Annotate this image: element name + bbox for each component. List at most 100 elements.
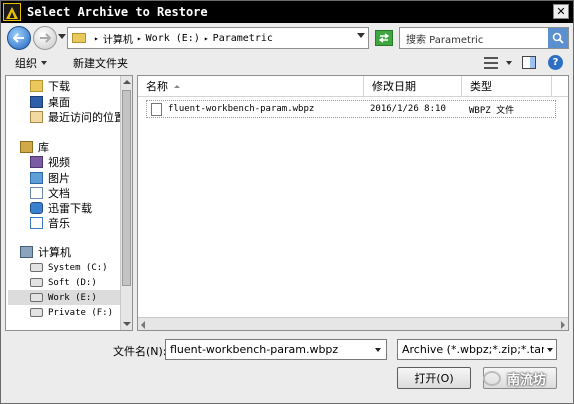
nav-item-label: 音乐 — [48, 216, 70, 230]
video-library-icon — [30, 155, 43, 168]
file-type-dropdown-button[interactable] — [544, 340, 556, 359]
chevron-down-icon[interactable] — [506, 60, 512, 65]
watermark-text: 南流坊 — [507, 372, 547, 388]
nav-item-videos[interactable]: 视频 — [30, 154, 70, 169]
search-placeholder: 搜索 Parametric — [406, 34, 484, 46]
command-bar: 组织 新建文件夹 ? — [1, 53, 573, 73]
nav-item-thunder[interactable]: 迅雷下载 — [30, 200, 92, 215]
refresh-icon — [378, 33, 390, 43]
file-dialog: Select Archive to Restore ✕ ▸ 计算机 ▸ Work… — [0, 0, 574, 404]
close-button[interactable]: ✕ — [553, 4, 569, 19]
search-button[interactable] — [548, 28, 568, 48]
nav-item-label: 图片 — [48, 171, 70, 185]
address-dropdown-icon[interactable] — [357, 33, 365, 38]
ansys-logo-icon — [3, 3, 21, 21]
address-row: ▸ 计算机 ▸ Work (E:) ▸ Parametric 搜索 Parame… — [1, 24, 573, 52]
scroll-right-icon[interactable] — [561, 321, 565, 329]
search-input[interactable]: 搜索 Parametric — [399, 27, 569, 49]
nav-item-drive-c[interactable]: System (C:) — [30, 260, 108, 275]
nav-item-drive-f[interactable]: Private (F:) — [30, 305, 113, 320]
close-icon: ✕ — [556, 5, 566, 18]
breadcrumb[interactable]: ▸ 计算机 ▸ Work (E:) ▸ Parametric — [67, 27, 369, 49]
header-divider — [138, 96, 568, 97]
nav-item-label: 最近访问的位置 — [48, 110, 125, 124]
drive-icon — [30, 308, 43, 317]
nav-scrollbar[interactable] — [120, 76, 132, 330]
breadcrumb-drive[interactable]: Work (E:) — [146, 33, 200, 44]
nav-item-label: 桌面 — [48, 95, 70, 109]
scroll-down-icon[interactable] — [123, 322, 131, 326]
scroll-up-icon[interactable] — [123, 80, 131, 84]
breadcrumb-separator-icon[interactable]: ▸ — [94, 34, 99, 43]
nav-item-label: 文档 — [48, 186, 70, 200]
nav-group-label: 库 — [38, 140, 49, 154]
breadcrumb-computer[interactable]: 计算机 — [103, 31, 133, 46]
organize-menu[interactable]: 组织 — [15, 55, 47, 71]
view-controls: ? — [484, 55, 563, 70]
nav-group-label: 计算机 — [38, 245, 71, 259]
nav-item-desktop[interactable]: 桌面 — [30, 94, 70, 109]
computer-icon — [20, 245, 33, 258]
scroll-thumb[interactable] — [122, 90, 131, 286]
chevron-down-icon — [547, 347, 553, 352]
forward-button[interactable] — [33, 26, 57, 50]
nav-item-downloads[interactable]: 下载 — [30, 78, 70, 93]
nav-group-libraries[interactable]: 库 — [20, 139, 49, 154]
table-row[interactable]: fluent-workbench-param.wbpz 2016/1/26 8:… — [146, 100, 556, 118]
preview-pane-icon[interactable] — [522, 56, 536, 69]
open-button[interactable]: 打开(O) — [397, 367, 471, 389]
scroll-left-icon[interactable] — [141, 321, 145, 329]
nav-item-music[interactable]: 音乐 — [30, 215, 70, 230]
nav-item-label: 下载 — [48, 79, 70, 93]
file-type-value: Archive (*.wbpz;*.zip;*.tar.gz) — [402, 343, 557, 356]
back-button[interactable] — [7, 26, 31, 50]
horizontal-scrollbar[interactable] — [138, 317, 568, 330]
nav-item-drive-d[interactable]: Soft (D:) — [30, 275, 97, 290]
file-type-select[interactable]: Archive (*.wbpz;*.zip;*.tar.gz) — [397, 339, 557, 360]
nav-item-drive-e[interactable]: Work (E:) — [8, 290, 120, 305]
breadcrumb-folder[interactable]: Parametric — [213, 33, 273, 44]
help-icon[interactable]: ? — [548, 55, 563, 70]
filename-field[interactable]: fluent-workbench-param.wbpz — [165, 339, 387, 360]
nav-item-label: Private (F:) — [48, 307, 114, 318]
column-label: 类型 — [470, 80, 492, 93]
column-header-name[interactable]: 名称 — [138, 76, 364, 96]
column-label: 修改日期 — [372, 80, 416, 93]
breadcrumb-separator-icon[interactable]: ▸ — [204, 34, 209, 43]
file-type: WBPZ 文件 — [469, 105, 515, 116]
filename-dropdown-button[interactable] — [370, 340, 386, 359]
window-title: Select Archive to Restore — [27, 5, 208, 19]
drive-icon — [30, 293, 43, 302]
view-options-icon[interactable] — [484, 56, 498, 69]
drive-icon — [30, 278, 43, 287]
documents-library-icon — [30, 186, 43, 199]
music-library-icon — [30, 216, 43, 229]
nav-item-label: Work (E:) — [48, 292, 97, 303]
filename-value: fluent-workbench-param.wbpz — [170, 343, 339, 356]
file-modified: 2016/1/26 8:10 — [370, 104, 446, 114]
nav-item-pictures[interactable]: 图片 — [30, 170, 70, 185]
filename-label: 文件名(N): — [113, 345, 167, 358]
nav-item-label: 视频 — [48, 155, 70, 169]
new-folder-button[interactable]: 新建文件夹 — [73, 55, 128, 71]
file-list[interactable]: 名称 修改日期 类型 fluent-workbench-param.wbpz 2… — [137, 75, 569, 331]
recent-places-icon — [30, 110, 43, 123]
desktop-icon — [30, 95, 43, 108]
file-name: fluent-workbench-param.wbpz — [168, 104, 315, 114]
thunder-download-icon — [30, 201, 43, 214]
column-header-modified[interactable]: 修改日期 — [364, 76, 462, 96]
nav-item-documents[interactable]: 文档 — [30, 185, 70, 200]
navigation-pane[interactable]: 下载 桌面 最近访问的位置 库 视频 图片 文档 迅雷下载 音乐 计算机 Sys… — [5, 75, 133, 331]
column-label: 名称 — [146, 80, 168, 93]
chat-bubble-icon — [483, 370, 501, 386]
watermark: 南流坊 — [483, 367, 546, 389]
column-header-type[interactable]: 类型 — [462, 76, 552, 96]
breadcrumb-separator-icon[interactable]: ▸ — [137, 34, 142, 43]
organize-label: 组织 — [15, 57, 37, 70]
nav-item-recent[interactable]: 最近访问的位置 — [30, 109, 125, 124]
title-bar: Select Archive to Restore ✕ — [1, 1, 573, 23]
forward-arrow-icon — [40, 33, 51, 43]
recent-locations-dropdown[interactable] — [58, 34, 66, 39]
refresh-button[interactable] — [375, 30, 393, 46]
nav-group-computer[interactable]: 计算机 — [20, 244, 71, 259]
